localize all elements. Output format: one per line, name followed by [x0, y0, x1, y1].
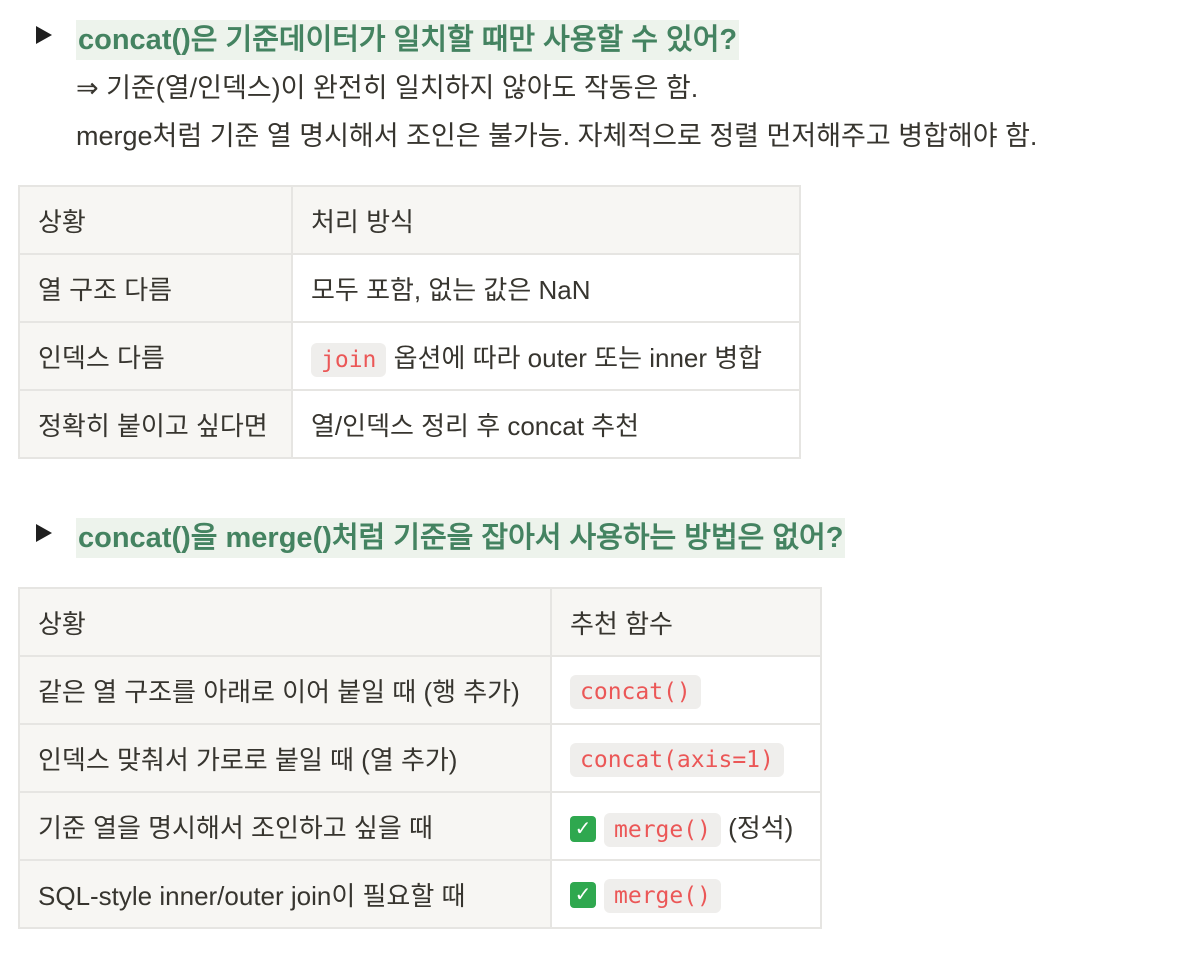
row-situation: 인덱스 다름: [18, 321, 293, 391]
table-header-row: 상황 처리 방식: [18, 185, 801, 255]
table-row: 인덱스 다름 join 옵션에 따라 outer 또는 inner 병합: [18, 321, 801, 391]
inline-code: join: [311, 342, 387, 377]
table-row: 인덱스 맞춰서 가로로 붙일 때 (열 추가) concat(axis=1): [18, 723, 822, 793]
toggle-arrow-icon[interactable]: [36, 524, 52, 542]
table-row: 열 구조 다름 모두 포함, 없는 값은 NaN: [18, 253, 801, 323]
toggle-block-merge-question: concat()을 merge()처럼 기준을 잡아서 사용하는 방법은 없어?: [36, 518, 846, 558]
row-situation: 같은 열 구조를 아래로 이어 붙일 때 (행 추가): [18, 655, 552, 725]
row-method-cell: join 옵션에 따라 outer 또는 inner 병합: [291, 321, 801, 391]
check-mark-icon: ✓: [570, 815, 596, 842]
table-header-row: 상황 추천 함수: [18, 587, 822, 657]
inline-code: merge(): [604, 812, 721, 847]
toggle-content: concat()을 merge()처럼 기준을 잡아서 사용하는 방법은 없어?: [76, 518, 846, 558]
row-method: 옵션에 따라 outer 또는 inner 병합: [393, 342, 763, 373]
row-method: 모두 포함, 없는 값은 NaN: [291, 253, 801, 323]
concat-behavior-table: 상황 처리 방식 열 구조 다름 모두 포함, 없는 값은 NaN 인덱스 다름…: [18, 185, 801, 459]
inline-code: concat(): [570, 674, 701, 709]
table-row: 같은 열 구조를 아래로 이어 붙일 때 (행 추가) concat(): [18, 655, 822, 725]
row-function-cell: concat(axis=1): [550, 723, 822, 793]
function-recommendation-table: 상황 추천 함수 같은 열 구조를 아래로 이어 붙일 때 (행 추가) con…: [18, 587, 822, 929]
row-situation: 정확히 붙이고 싶다면: [18, 389, 293, 459]
header-method: 처리 방식: [291, 185, 801, 255]
table-row: 기준 열을 명시해서 조인하고 싶을 때 ✓ merge() (정석): [18, 791, 822, 861]
inline-code: merge(): [604, 878, 721, 913]
header-function: 추천 함수: [550, 587, 822, 657]
table-row: 정확히 붙이고 싶다면 열/인덱스 정리 후 concat 추천: [18, 389, 801, 459]
header-situation: 상황: [18, 185, 293, 255]
check-mark-icon: ✓: [570, 881, 596, 908]
toggle-content: concat()은 기준데이터가 일치할 때만 사용할 수 있어? ⇒ 기준(열…: [76, 20, 1037, 160]
toggle-arrow-icon[interactable]: [36, 26, 52, 44]
row-situation: 기준 열을 명시해서 조인하고 싶을 때: [18, 791, 552, 861]
answer-line: ⇒ 기준(열/인덱스)이 완전히 일치하지 않아도 작동은 함.: [76, 73, 699, 103]
row-function-cell: ✓ merge(): [550, 859, 822, 929]
answer-line: merge처럼 기준 열 명시해서 조인은 불가능. 자체적으로 정렬 먼저해주…: [76, 121, 1038, 151]
row-situation: 인덱스 맞춰서 가로로 붙일 때 (열 추가): [18, 723, 552, 793]
row-method: 열/인덱스 정리 후 concat 추천: [291, 389, 801, 459]
header-situation: 상황: [18, 587, 552, 657]
toggle-block-concat-question: concat()은 기준데이터가 일치할 때만 사용할 수 있어? ⇒ 기준(열…: [36, 20, 1037, 160]
table-row: SQL-style inner/outer join이 필요할 때 ✓ merge…: [18, 859, 822, 929]
toggle-question-heading[interactable]: concat()을 merge()처럼 기준을 잡아서 사용하는 방법은 없어?: [76, 518, 846, 558]
row-situation: 열 구조 다름: [18, 253, 293, 323]
toggle-question-heading[interactable]: concat()은 기준데이터가 일치할 때만 사용할 수 있어?: [76, 20, 740, 60]
function-note: (정석): [728, 812, 794, 843]
row-situation: SQL-style inner/outer join이 필요할 때: [18, 859, 552, 929]
inline-code: concat(axis=1): [570, 742, 784, 777]
row-function-cell: concat(): [550, 655, 822, 725]
row-function-cell: ✓ merge() (정석): [550, 791, 822, 861]
